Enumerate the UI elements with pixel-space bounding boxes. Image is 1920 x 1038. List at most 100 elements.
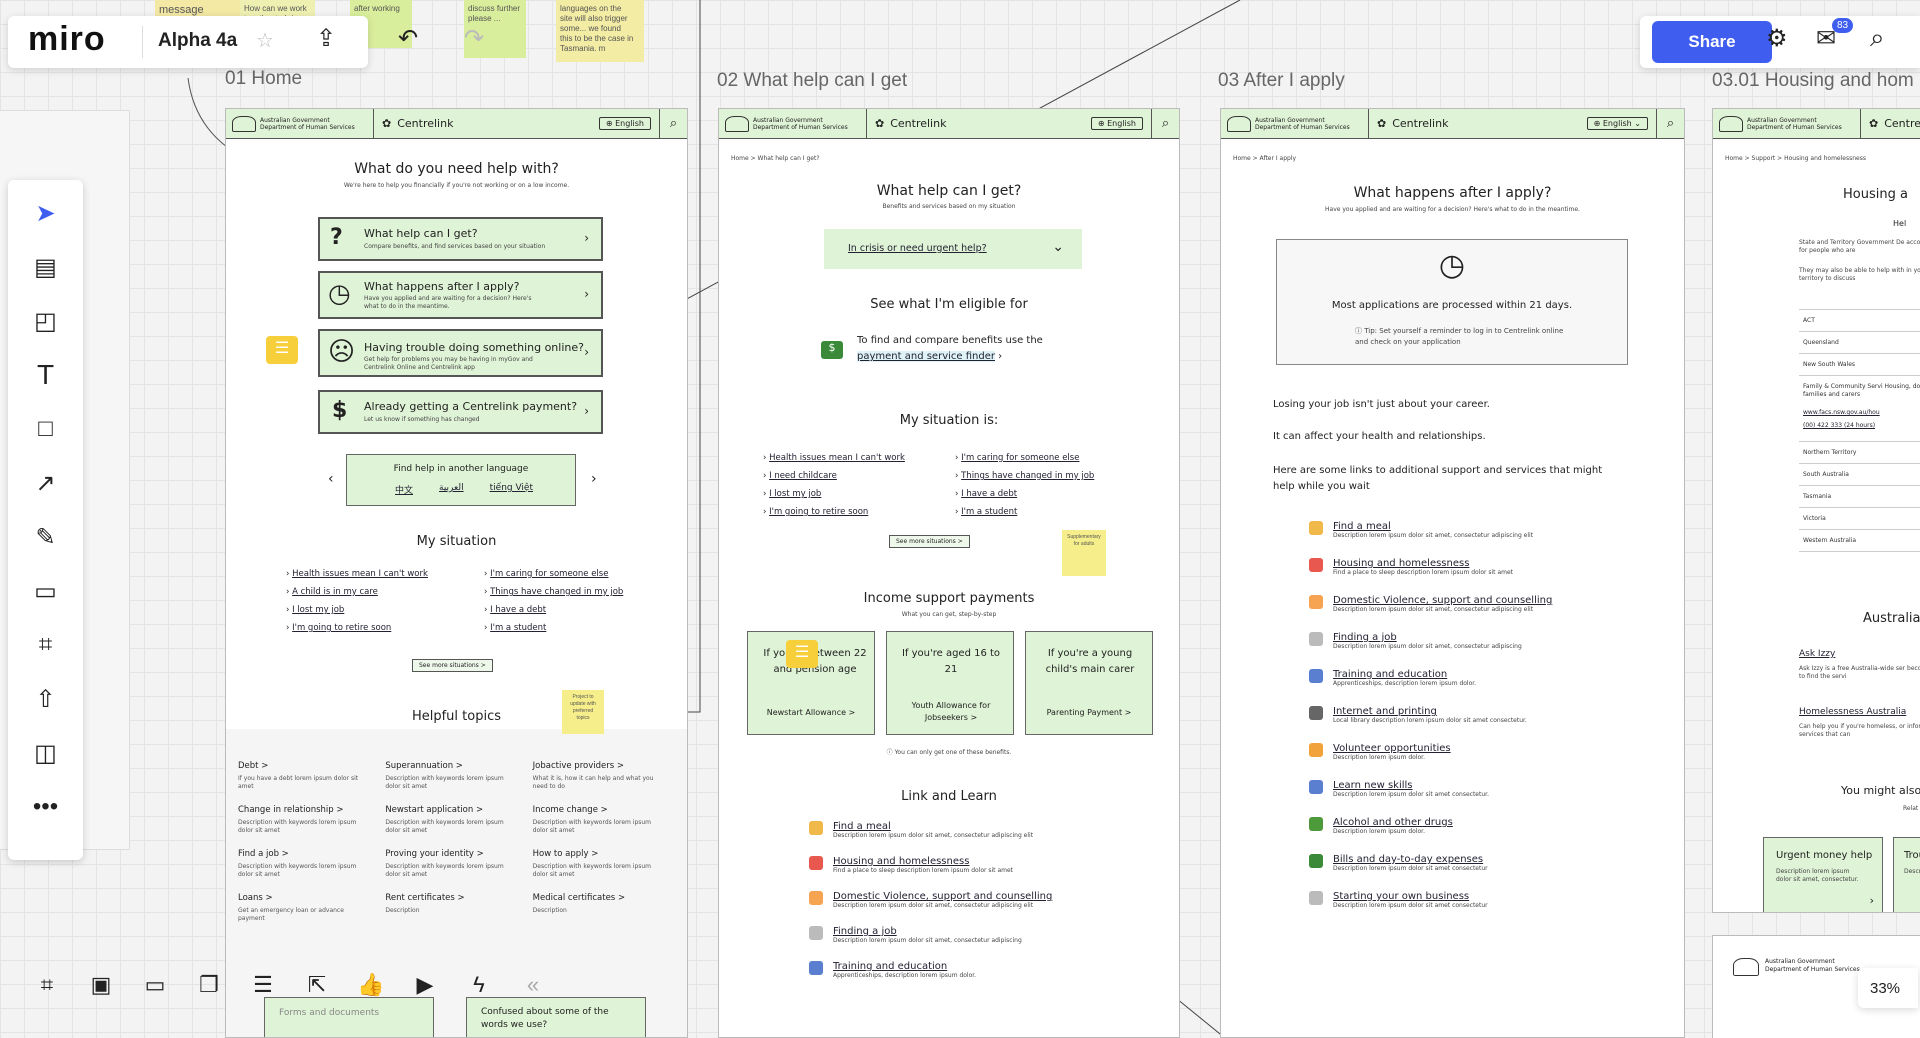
breadcrumb[interactable]: Home > Support > Housing and homelessnes… <box>1725 155 1866 163</box>
sticky-note[interactable]: Supplementary for adults <box>1062 530 1106 576</box>
sticky-note-icon[interactable]: ◰ <box>29 302 63 340</box>
situation-link[interactable]: › I'm going to retire soon <box>286 619 428 637</box>
link-item[interactable]: Find a meal Description lorem ipsum dolor… <box>1309 521 1552 540</box>
frame-what-help[interactable]: Australian Government Department of Human… <box>718 108 1180 1038</box>
link-item[interactable]: Alcohol and other drugs Description lorem… <box>1309 817 1552 836</box>
state-item[interactable]: Tasmania <box>1799 485 1920 507</box>
comment-icon[interactable]: ☰ <box>786 640 818 668</box>
frame-home[interactable]: Australian Government Department of Human… <box>225 108 688 1038</box>
link-item[interactable]: Bills and day-to-day expenses Description… <box>1309 854 1552 873</box>
forms-box[interactable]: Forms and documents <box>264 997 434 1037</box>
video-icon[interactable]: ▶ <box>408 968 442 1002</box>
language-link[interactable]: 中文 <box>395 483 413 496</box>
language-box[interactable]: Find help in another language 中文 العربية… <box>346 454 576 506</box>
pen-icon[interactable]: ✎ <box>29 518 63 556</box>
situation-link[interactable]: › I'm a student <box>955 503 1094 521</box>
situation-link[interactable]: › I lost my job <box>763 485 905 503</box>
reactions-icon[interactable]: 👍 <box>354 968 388 1002</box>
related-card[interactable]: Troub Descript sit amet <box>1893 837 1920 912</box>
topic-item[interactable]: Medical certificates > Description <box>533 893 658 923</box>
frames-icon[interactable]: ⌗ <box>30 968 64 1002</box>
shape-icon[interactable]: □ <box>29 410 63 448</box>
sticky-note[interactable]: languages on the site will also trigger … <box>556 0 644 62</box>
topic-item[interactable]: Loans > Get an emergency loan or advance … <box>238 893 363 923</box>
language-button[interactable]: ⊕ English ⌄ <box>1586 117 1648 130</box>
link-item[interactable]: Find a meal Description lorem ipsum dolor… <box>809 821 1052 840</box>
sticky-note[interactable]: Project to update with preferred topics <box>562 690 604 734</box>
state-item[interactable]: Northern Territory <box>1799 441 1920 463</box>
breadcrumb[interactable]: Home > After I apply <box>1233 155 1296 163</box>
state-phone[interactable]: (00) 422 333 (24 hours) <box>1799 419 1920 441</box>
topic-item[interactable]: Jobactive providers > What it is, how it … <box>533 761 658 791</box>
search-icon[interactable]: ⌕ <box>1151 109 1179 138</box>
panels-icon[interactable]: ◫ <box>29 734 63 772</box>
link-item[interactable]: Training and education Apprenticeships, d… <box>809 961 1052 980</box>
state-item[interactable]: Western Australia <box>1799 529 1920 552</box>
situation-link[interactable]: › I'm caring for someone else <box>955 449 1094 467</box>
cards-icon[interactable]: ☰ <box>246 968 280 1002</box>
undo-icon[interactable]: ↶ <box>398 24 418 53</box>
select-cursor-icon[interactable]: ➤ <box>29 194 63 232</box>
situation-link[interactable]: › Health issues mean I can't work <box>286 565 428 583</box>
export-icon[interactable]: ⇪ <box>316 24 336 53</box>
topic-item[interactable]: Debt > If you have a debt lorem ipsum dol… <box>238 761 363 791</box>
state-item[interactable]: Victoria <box>1799 507 1920 529</box>
miro-logo[interactable]: miro <box>28 20 106 59</box>
frame-title[interactable]: 01 Home <box>225 68 302 90</box>
search-icon[interactable]: ⌕ <box>1870 22 1885 54</box>
chat-icon[interactable]: ❐ <box>192 968 226 1002</box>
comments-icon[interactable]: ▭ <box>138 968 172 1002</box>
situation-link[interactable]: › I'm a student <box>484 619 623 637</box>
help-card[interactable]: ? What help can I get? Compare benefits,… <box>318 217 603 261</box>
frame-title[interactable]: 03.01 Housing and hom <box>1712 70 1914 92</box>
presentation-icon[interactable]: ▣ <box>84 968 118 1002</box>
search-icon[interactable]: ⌕ <box>659 109 687 138</box>
frame-after-apply[interactable]: Australian Government Department of Human… <box>1220 108 1685 1038</box>
payment-card[interactable]: If you're a young child's main carer Par… <box>1025 631 1153 735</box>
lightning-icon[interactable]: ϟ <box>462 968 496 1002</box>
situation-link[interactable]: › I have a debt <box>955 485 1094 503</box>
situation-link[interactable]: › Health issues mean I can't work <box>763 449 905 467</box>
see-more-button[interactable]: See more situations > <box>412 659 493 672</box>
language-button[interactable]: ⊕ English <box>598 117 651 130</box>
share-screen-icon[interactable]: ⇱ <box>300 968 334 1002</box>
share-button[interactable]: Share <box>1652 21 1772 63</box>
topic-item[interactable]: Rent certificates > Description <box>385 893 510 923</box>
payment-card[interactable]: If you're aged 16 to 21 Youth Allowance … <box>886 631 1014 735</box>
search-icon[interactable]: ⌕ <box>1656 109 1684 138</box>
situation-link[interactable]: › I need childcare <box>763 467 905 485</box>
topic-item[interactable]: Change in relationship > Description with… <box>238 805 363 835</box>
zoom-control[interactable]: 33% <box>1858 968 1918 1008</box>
upload-icon[interactable]: ⇧ <box>29 680 63 718</box>
link-item[interactable]: Finding a job Description lorem ipsum dol… <box>809 926 1052 945</box>
collapse-icon[interactable]: « <box>516 968 550 1002</box>
more-icon[interactable]: ••• <box>29 788 63 826</box>
link-item[interactable]: Starting your own business Description lo… <box>1309 891 1552 910</box>
link-item[interactable]: Housing and homelessness Find a place to … <box>1309 558 1552 577</box>
frame-housing[interactable]: Australian Government Department of Human… <box>1712 108 1920 913</box>
help-card[interactable]: ◷ What happens after I apply? Have you a… <box>318 271 603 319</box>
text-icon[interactable]: T <box>29 356 63 394</box>
topic-item[interactable]: Income change > Description with keywords… <box>533 805 658 835</box>
link-item[interactable]: Finding a job Description lorem ipsum dol… <box>1309 632 1552 651</box>
situation-link[interactable]: › Things have changed in my job <box>955 467 1094 485</box>
carousel-next-icon[interactable]: › <box>591 471 597 487</box>
state-link[interactable]: www.facs.nsw.gov.au/hou <box>1799 406 1920 419</box>
homelessness-australia-link[interactable]: Homelessness Australia <box>1799 707 1906 717</box>
crisis-dropdown[interactable]: In crisis or need urgent help? ⌄ <box>824 229 1082 269</box>
state-item[interactable]: ACT <box>1799 309 1920 331</box>
board-name[interactable]: Alpha 4a <box>158 30 237 52</box>
frame-tool-icon[interactable]: ⌗ <box>29 626 63 664</box>
ask-izzy-link[interactable]: Ask Izzy <box>1799 649 1835 659</box>
topic-item[interactable]: Superannuation > Description with keyword… <box>385 761 510 791</box>
redo-icon[interactable]: ↷ <box>464 24 484 53</box>
glossary-box[interactable]: Confused about some of the words we use? <box>466 997 646 1037</box>
topic-item[interactable]: Newstart application > Description with k… <box>385 805 510 835</box>
link-item[interactable]: Domestic Violence, support and counselli… <box>1309 595 1552 614</box>
help-card[interactable]: $ Already getting a Centrelink payment? … <box>318 390 603 434</box>
situation-link[interactable]: › I lost my job <box>286 601 428 619</box>
situation-link[interactable]: › I have a debt <box>484 601 623 619</box>
payment-finder-link[interactable]: payment and service finder <box>857 351 995 362</box>
star-icon[interactable]: ☆ <box>256 28 274 53</box>
link-item[interactable]: Learn new skills Description lorem ipsum … <box>1309 780 1552 799</box>
